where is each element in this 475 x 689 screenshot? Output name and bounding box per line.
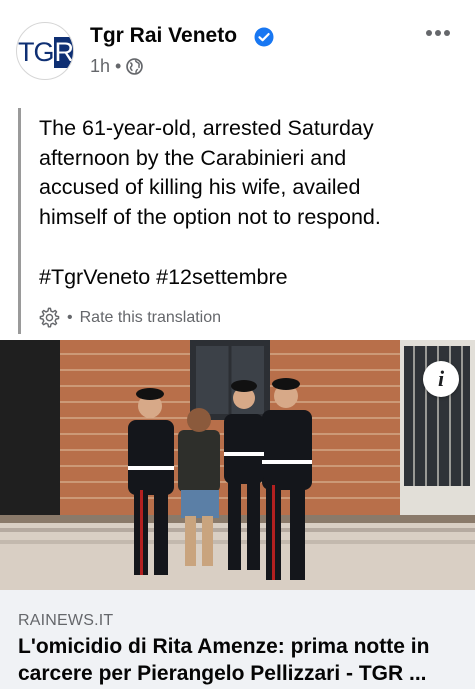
globe-icon: [126, 58, 144, 75]
link-headline[interactable]: L'omicidio di Rita Amenze: prima notte i…: [18, 633, 463, 687]
page-avatar[interactable]: TGR: [16, 22, 74, 80]
post-header: TGR Tgr Rai Veneto 1h •: [0, 0, 475, 100]
translation-row: • Rate this translation: [37, 306, 221, 329]
translation-separator: •: [67, 308, 73, 326]
avatar-logo: TGR: [18, 37, 73, 68]
meta-separator: •: [115, 56, 122, 76]
info-icon[interactable]: i: [423, 361, 459, 397]
more-horizontal-icon[interactable]: [423, 18, 453, 48]
link-preview-image[interactable]: [0, 340, 475, 590]
post-text-line: The 61-year-old, arrested Saturday: [39, 116, 374, 140]
post-text: The 61-year-old, arrested Saturday after…: [39, 114, 459, 232]
post-meta: 1h •: [90, 56, 144, 77]
rate-translation-link[interactable]: Rate this translation: [80, 309, 221, 327]
post-time[interactable]: 1h: [90, 56, 110, 77]
post-text-line: himself of the option not to respond.: [39, 204, 381, 229]
gear-icon[interactable]: [37, 306, 60, 329]
post-text-line: afternoon by the Carabinieri and: [39, 145, 347, 170]
translation-quote-bar: [18, 108, 21, 334]
post-text-line: accused of killing his wife, availed: [39, 175, 361, 199]
verified-badge-icon: [254, 27, 274, 47]
post-hashtags[interactable]: #TgrVeneto #12settembre: [39, 263, 288, 293]
page-name[interactable]: Tgr Rai Veneto: [90, 24, 237, 48]
link-domain: RAINEWS.IT: [18, 612, 114, 629]
